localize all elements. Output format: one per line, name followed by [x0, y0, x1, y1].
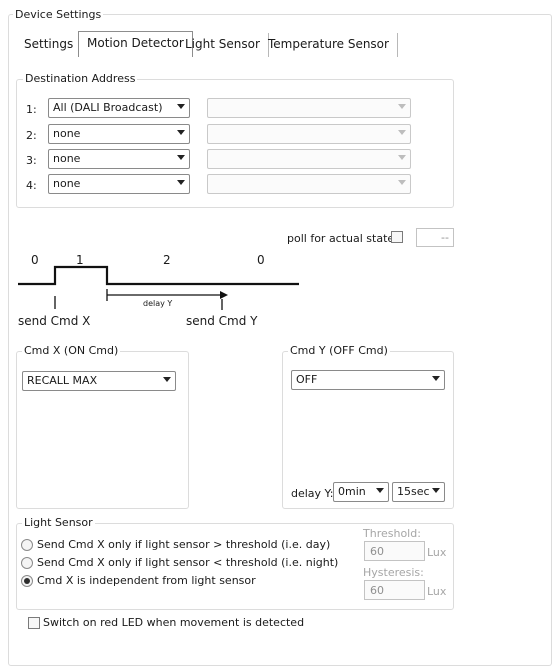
chevron-down-icon	[398, 130, 406, 135]
delay-seconds-select[interactable]: 15sec	[392, 482, 445, 502]
destination-address-title: Destination Address	[23, 72, 138, 85]
tab-motion-detector[interactable]: Motion Detector	[78, 31, 193, 57]
hysteresis-value: 60	[370, 584, 384, 597]
destination-2-sub-select[interactable]	[207, 124, 411, 144]
chevron-down-icon	[432, 488, 440, 493]
cmd-y-value: OFF	[296, 373, 318, 386]
destination-row-4-number: 4:	[26, 179, 37, 192]
destination-row-2-number: 2:	[26, 129, 37, 142]
poll-value: --	[441, 231, 449, 244]
destination-4-value: none	[53, 177, 81, 190]
chevron-down-icon	[376, 488, 384, 493]
chevron-down-icon	[177, 180, 185, 185]
cmd-x-value: RECALL MAX	[27, 374, 98, 387]
chevron-down-icon	[163, 377, 171, 382]
red-led-checkbox[interactable]	[28, 617, 40, 629]
hysteresis-unit: Lux	[427, 585, 447, 598]
chevron-down-icon	[177, 130, 185, 135]
timing-diagram: 0 1 2 0 delay Y send Cmd X send Cmd Y	[15, 251, 315, 331]
destination-2-select[interactable]: none	[48, 124, 190, 144]
destination-1-select[interactable]: All (DALI Broadcast)	[48, 98, 190, 118]
send-cmd-y-label: send Cmd Y	[186, 314, 258, 328]
threshold-input[interactable]: 60	[364, 541, 425, 561]
tab-temperature-sensor[interactable]: Temperature Sensor	[260, 33, 398, 57]
state-label-0: 0	[31, 253, 39, 267]
destination-row-3-number: 3:	[26, 154, 37, 167]
tab-temperature-sensor-label: Temperature Sensor	[268, 37, 389, 51]
delay-seconds-value: 15sec	[397, 485, 430, 498]
delay-minutes-value: 0min	[338, 485, 366, 498]
send-cmd-x-label: send Cmd X	[18, 314, 91, 328]
poll-value-field: --	[416, 228, 454, 247]
destination-row-1-number: 1:	[26, 103, 37, 116]
state-label-2: 2	[163, 253, 171, 267]
arrow-right-icon	[220, 291, 228, 299]
destination-3-sub-select[interactable]	[207, 149, 411, 169]
destination-3-select[interactable]: none	[48, 149, 190, 169]
poll-checkbox[interactable]	[391, 231, 403, 243]
tab-light-sensor[interactable]: Light Sensor	[177, 33, 269, 57]
tab-settings-label: Settings	[24, 37, 74, 51]
option-independent-label: Cmd X is independent from light sensor	[37, 574, 256, 587]
destination-1-value: All (DALI Broadcast)	[53, 101, 163, 114]
red-led-label: Switch on red LED when movement is detec…	[43, 616, 305, 629]
destination-4-select[interactable]: none	[48, 174, 190, 194]
state-label-3: 0	[257, 253, 265, 267]
chevron-down-icon	[398, 104, 406, 109]
chevron-down-icon	[398, 180, 406, 185]
threshold-label: Threshold:	[363, 527, 421, 540]
cmd-x-title: Cmd X (ON Cmd)	[22, 344, 121, 357]
tab-settings[interactable]: Settings	[16, 33, 83, 57]
tab-motion-detector-label: Motion Detector	[87, 36, 184, 50]
destination-2-value: none	[53, 127, 81, 140]
chevron-down-icon	[398, 155, 406, 160]
tab-light-sensor-label: Light Sensor	[185, 37, 260, 51]
threshold-unit: Lux	[427, 546, 447, 559]
destination-1-sub-select[interactable]	[207, 98, 411, 118]
delay-y-label: delay Y:	[291, 487, 334, 500]
poll-label: poll for actual state:	[287, 232, 398, 245]
timing-signal-line	[18, 265, 299, 286]
light-sensor-title: Light Sensor	[22, 516, 95, 529]
destination-4-sub-select[interactable]	[207, 174, 411, 194]
option-night-label: Send Cmd X only if light sensor < thresh…	[37, 556, 339, 569]
chevron-down-icon	[177, 155, 185, 160]
radio-independent[interactable]	[21, 575, 33, 587]
threshold-value: 60	[370, 545, 384, 558]
destination-3-value: none	[53, 152, 81, 165]
state-label-1: 1	[76, 253, 84, 267]
chevron-down-icon	[432, 376, 440, 381]
option-day-label: Send Cmd X only if light sensor > thresh…	[37, 538, 331, 551]
delay-minutes-select[interactable]: 0min	[333, 482, 389, 502]
radio-day[interactable]	[21, 539, 33, 551]
hysteresis-label: Hysteresis:	[363, 566, 424, 579]
device-settings-title: Device Settings	[13, 8, 104, 21]
chevron-down-icon	[177, 104, 185, 109]
radio-night[interactable]	[21, 557, 33, 569]
cmd-y-title: Cmd Y (OFF Cmd)	[288, 344, 390, 357]
delay-y-diagram-label: delay Y	[143, 299, 173, 308]
cmd-x-select[interactable]: RECALL MAX	[22, 371, 176, 391]
cmd-y-select[interactable]: OFF	[291, 370, 445, 390]
hysteresis-input[interactable]: 60	[364, 580, 425, 600]
